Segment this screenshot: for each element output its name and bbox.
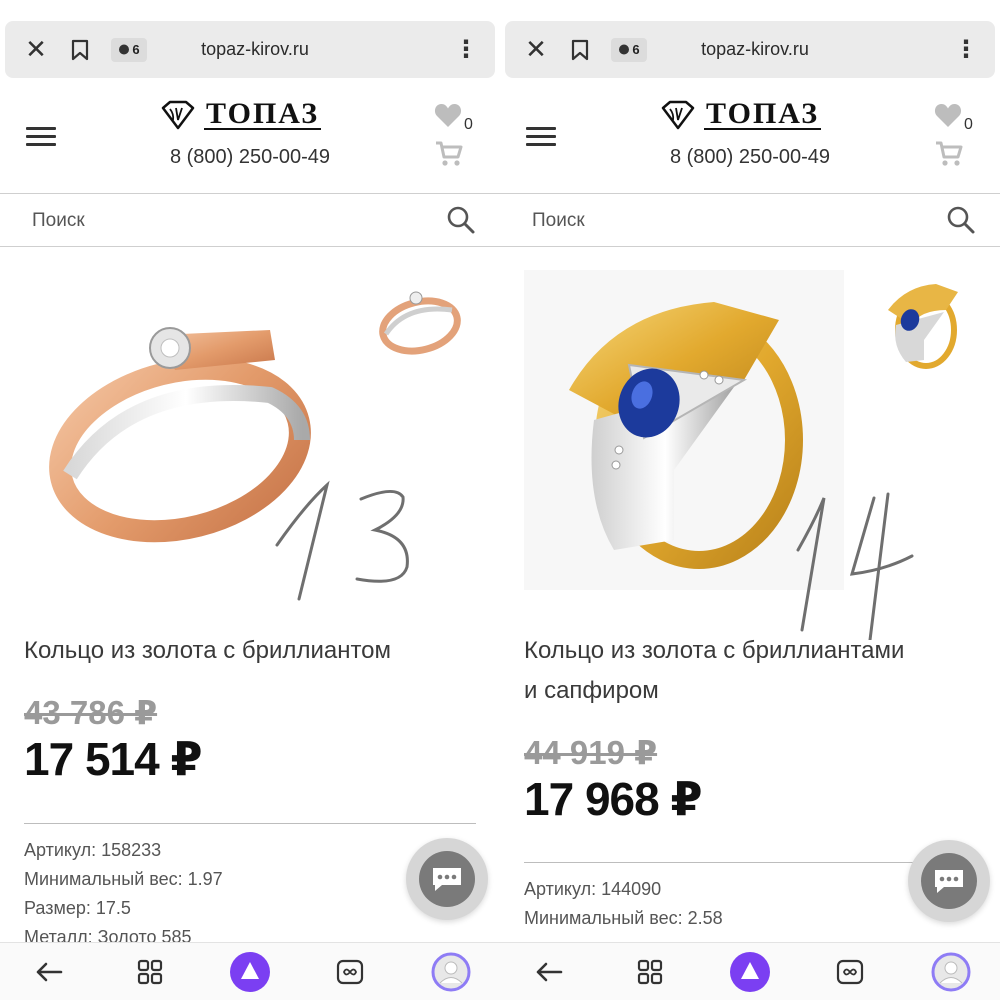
tabs-count: 6 (132, 42, 140, 57)
close-icon[interactable]: ✕ (519, 21, 553, 78)
site-header: ТОПАЗ 8 (800) 250-00-49 0 (500, 82, 1000, 194)
apps-grid-icon[interactable] (627, 949, 673, 995)
current-price: 17 514 ₽ (24, 733, 202, 785)
handwritten-number (265, 475, 425, 605)
hamburger-menu-icon[interactable] (26, 127, 56, 147)
search-icon[interactable] (446, 205, 476, 240)
spec-article: Артикул: 158233 (24, 840, 162, 860)
product-title-line-1: Кольцо из золота с бриллиантами (524, 637, 905, 664)
spec-min-weight: Минимальный вес: 1.97 (24, 869, 223, 889)
alice-assistant-icon[interactable] (727, 949, 773, 995)
profile-avatar-icon[interactable] (428, 949, 474, 995)
close-icon[interactable]: ✕ (19, 21, 53, 78)
diamond-logo-icon (661, 100, 695, 130)
divider (24, 823, 476, 824)
divider (524, 862, 976, 863)
bookmark-icon[interactable] (65, 21, 95, 78)
chat-button[interactable] (406, 838, 488, 920)
tabs-infinity-icon[interactable] (827, 949, 873, 995)
address-bar-url[interactable]: topaz-kirov.ru (155, 21, 355, 78)
chat-tabs-icon (619, 44, 630, 54)
product-title-line-2: и сапфиром (524, 677, 659, 704)
site-logo[interactable]: ТОПАЗ (660, 97, 822, 132)
search-icon[interactable] (946, 205, 976, 240)
current-price: 17 968 ₽ (524, 773, 702, 825)
back-arrow-icon[interactable] (26, 949, 72, 995)
product-thumbnail[interactable] (376, 282, 468, 362)
product-title: Кольцо из золота с бриллиантами и сапфир… (524, 631, 974, 711)
product-title: Кольцо из золота с бриллиантом (24, 637, 392, 664)
tabs-count: 6 (632, 42, 640, 57)
logo-text: ТОПАЗ (704, 97, 822, 130)
address-bar-url[interactable]: topaz-kirov.ru (655, 21, 855, 78)
favorites-count: 0 (964, 116, 973, 133)
favorites-count: 0 (464, 116, 473, 133)
browser-bottom-bar (500, 942, 1000, 1000)
more-vertical-icon[interactable]: ⋮ (451, 21, 481, 78)
old-price: 43 786 ₽ (24, 694, 158, 731)
heart-icon[interactable] (434, 102, 462, 133)
chat-bubble-icon (935, 870, 963, 893)
tabs-button[interactable]: 6 (109, 21, 149, 78)
search-input[interactable] (532, 195, 912, 247)
alice-assistant-icon[interactable] (227, 949, 273, 995)
product-specs: Артикул: 144090 Минимальный вес: 2.58 (524, 875, 924, 933)
spec-min-weight: Минимальный вес: 2.58 (524, 908, 723, 928)
chat-bubble-icon (433, 868, 461, 891)
search-input[interactable] (32, 195, 412, 247)
search-bar (0, 195, 500, 247)
search-bar (500, 195, 1000, 247)
logo-text: ТОПАЗ (204, 97, 322, 130)
site-header: ТОПАЗ 8 (800) 250-00-49 0 (0, 82, 500, 194)
browser-toolbar: ✕ 6 topaz-kirov.ru ⋮ (5, 21, 495, 78)
cart-icon[interactable] (934, 140, 964, 173)
handwritten-number (790, 490, 920, 642)
browser-panel-right: ✕ 6 topaz-kirov.ru ⋮ ТОПАЗ 8 (800) 250-0… (500, 0, 1000, 1000)
tabs-button[interactable]: 6 (609, 21, 649, 78)
hamburger-menu-icon[interactable] (526, 127, 556, 147)
spec-size: Размер: 17.5 (24, 898, 131, 918)
diamond-logo-icon (161, 100, 195, 130)
product-specs: Артикул: 158233 Минимальный вес: 1.97 Ра… (24, 836, 424, 952)
phone-number[interactable]: 8 (800) 250-00-49 (150, 146, 350, 169)
apps-grid-icon[interactable] (127, 949, 173, 995)
phone-number[interactable]: 8 (800) 250-00-49 (650, 146, 850, 169)
profile-avatar-icon[interactable] (928, 949, 974, 995)
heart-icon[interactable] (934, 102, 962, 133)
browser-panel-left: ✕ 6 topaz-kirov.ru ⋮ ТОПАЗ 8 (800) 250-0… (0, 0, 500, 1000)
tabs-infinity-icon[interactable] (327, 949, 373, 995)
browser-bottom-bar (0, 942, 500, 1000)
spec-article: Артикул: 144090 (524, 879, 662, 899)
cart-icon[interactable] (434, 140, 464, 173)
chat-tabs-icon (119, 44, 130, 54)
chat-button[interactable] (908, 840, 990, 922)
back-arrow-icon[interactable] (526, 949, 572, 995)
more-vertical-icon[interactable]: ⋮ (951, 21, 981, 78)
product-thumbnail[interactable] (876, 280, 966, 372)
browser-toolbar: ✕ 6 topaz-kirov.ru ⋮ (505, 21, 995, 78)
site-logo[interactable]: ТОПАЗ (160, 97, 322, 132)
old-price: 44 919 ₽ (524, 734, 658, 771)
bookmark-icon[interactable] (565, 21, 595, 78)
